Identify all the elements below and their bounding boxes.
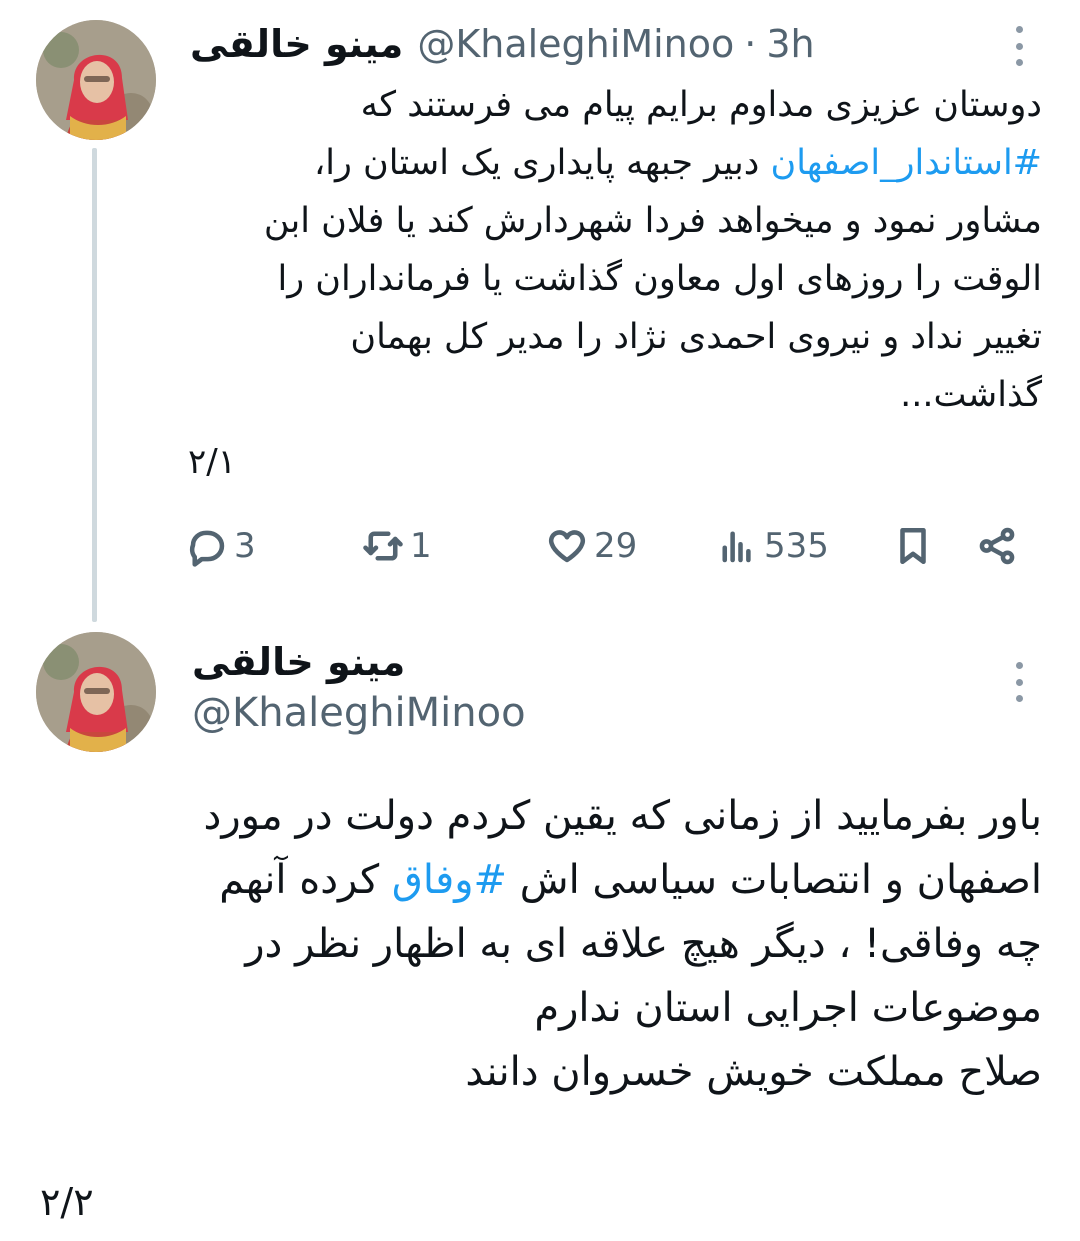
tweet-text-segment: مشاور نمود و میخواهد فردا شهردارش کند یا… [263,201,1042,415]
tweet-timestamp[interactable]: 3h [766,22,814,66]
share-icon [979,527,1015,565]
retweet-icon [363,531,403,561]
author-handle[interactable]: @KhaleghiMinoo [192,690,526,736]
avatar[interactable] [36,632,156,752]
thread-connector-line [92,148,97,622]
more-options-icon[interactable] [1012,662,1026,702]
like-count: 29 [594,526,638,566]
separator-dot: · [744,22,757,66]
retweet-button[interactable]: 1 [362,516,432,576]
share-button[interactable] [976,516,1018,576]
author-name[interactable]: مینو خالقی [190,22,403,66]
reply-button[interactable]: 3 [186,516,256,576]
avatar-image [36,632,156,752]
reply-count: 3 [234,526,256,566]
avatar[interactable] [36,20,156,140]
tweet1-text: دوستان عزیزی مداوم برایم پیام می فرستند … [182,76,1042,424]
hashtag-link[interactable]: #وفاق [392,857,507,903]
views-icon [722,531,751,563]
like-button[interactable]: 29 [546,516,637,576]
avatar-image [36,20,156,140]
author-name[interactable]: مینو خالقی [192,640,405,684]
heart-icon [548,530,586,563]
author-handle[interactable]: @KhaleghiMinoo [417,22,734,66]
tweet-text-segment: دبیر جبهه پایداری یک استان را، [313,143,771,183]
views-button[interactable]: 535 [716,516,829,576]
action-bar: 3 1 29 535 [186,516,1026,576]
more-options-icon[interactable] [1012,26,1026,66]
tweet1-header: مینو خالقی @KhaleghiMinoo · 3h [190,18,815,70]
thread-counter: ۲/۲ [40,1180,94,1224]
bookmark-icon [900,527,926,565]
reply-icon [189,530,225,567]
bookmark-button[interactable] [892,516,934,576]
retweet-count: 1 [410,526,432,566]
tweet-text-line: دوستان عزیزی مداوم برایم پیام می فرستند … [360,85,1042,125]
thread-counter: ۲/۱ [188,442,236,482]
hashtag-link[interactable]: #استاندار_اصفهان [771,143,1043,183]
tweet2-text: باور بفرمایید از زمانی که یقین کردم دولت… [42,784,1042,1104]
views-count: 535 [764,526,829,566]
